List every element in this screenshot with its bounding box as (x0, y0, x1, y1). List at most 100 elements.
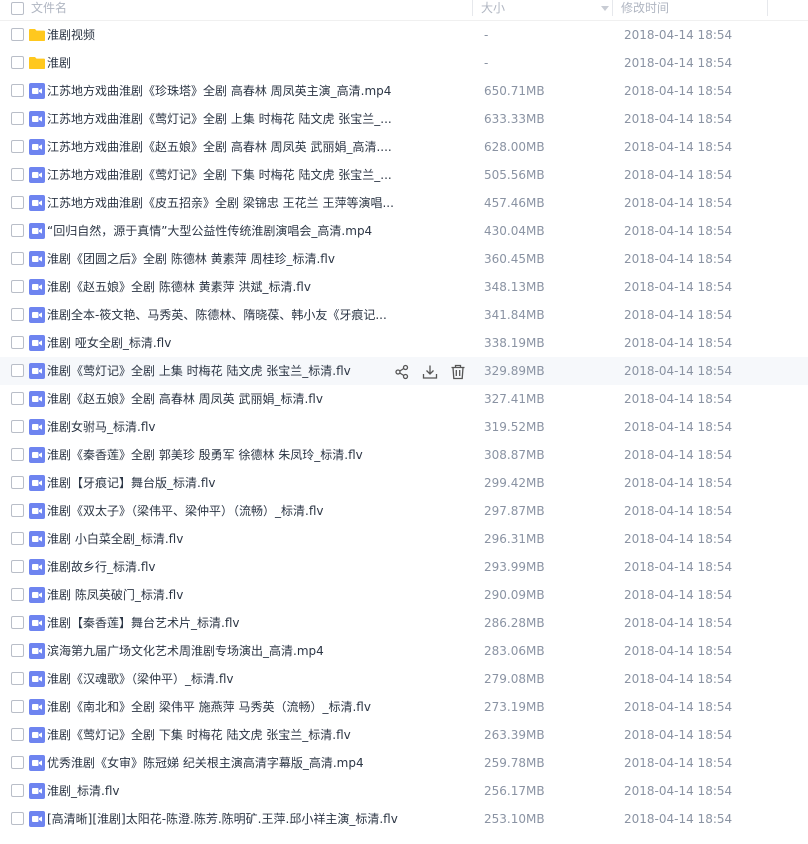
row-checkbox[interactable] (11, 644, 24, 657)
file-row[interactable]: [高清晰][淮剧]太阳花-陈澄.陈芳.陈明矿.王萍.邱小祥主演_标清.flv 25… (0, 805, 808, 833)
row-checkbox[interactable] (11, 364, 24, 377)
file-row[interactable]: 淮剧《秦香莲》全剧 郭美珍 殷勇军 徐德林 朱凤玲_标清.flv 308.87MB… (0, 441, 808, 469)
row-checkbox[interactable] (11, 420, 24, 433)
row-checkbox[interactable] (11, 140, 24, 153)
file-row[interactable]: 淮剧《双太子》（梁伟平、梁仲平）（流畅）_标清.flv 297.87MB 2018-… (0, 497, 808, 525)
file-row[interactable]: 淮剧_标清.flv 256.17MB 2018-04-14 18:54 (0, 777, 808, 805)
file-row[interactable]: 淮剧全本-筱文艳、马秀英、陈德林、隋晓葆、韩小友《牙痕记... 341.84MB 2… (0, 301, 808, 329)
file-row[interactable]: 江苏地方戏曲淮剧《皮五招亲》全剧 梁锦忠 王花兰 王萍等演唱... 457.46M… (0, 189, 808, 217)
file-name-link[interactable]: 淮剧全本-筱文艳、马秀英、陈德林、隋晓葆、韩小友《牙痕记... (47, 301, 387, 329)
row-checkbox[interactable] (11, 392, 24, 405)
row-checkbox[interactable] (11, 588, 24, 601)
row-checkbox[interactable] (11, 308, 24, 321)
file-row[interactable]: 江苏地方戏曲淮剧《赵五娘》全剧 高春林 周凤英 武丽娟_高清.... 628.00… (0, 133, 808, 161)
file-name-link[interactable]: 淮剧《赵五娘》全剧 高春林 周凤英 武丽娟_标清.flv (47, 385, 323, 413)
row-checkbox[interactable] (11, 252, 24, 265)
file-row[interactable]: 淮剧《赵五娘》全剧 高春林 周凤英 武丽娟_标清.flv 327.41MB 2018… (0, 385, 808, 413)
row-checkbox[interactable] (11, 56, 24, 69)
row-checkbox[interactable] (11, 560, 24, 573)
file-row[interactable]: 淮剧《团圆之后》全剧 陈德林 黄素萍 周桂珍_标清.flv 360.45MB 201… (0, 245, 808, 273)
file-name-link[interactable]: 淮剧《团圆之后》全剧 陈德林 黄素萍 周桂珍_标清.flv (47, 245, 335, 273)
row-checkbox[interactable] (11, 336, 24, 349)
row-checkbox[interactable] (11, 84, 24, 97)
file-name-link[interactable]: 淮剧《莺灯记》全剧 下集 时梅花 陆文虎 张宝兰_标清.flv (47, 721, 351, 749)
row-checkbox[interactable] (11, 532, 24, 545)
folder-row[interactable]: 淮剧视频 - 2018-04-14 18:54 (0, 21, 808, 49)
delete-icon[interactable] (450, 364, 466, 380)
column-divider[interactable] (767, 0, 768, 16)
file-row[interactable]: 淮剧 陈凤英破门_标清.flv 290.09MB 2018-04-14 18:54 (0, 581, 808, 609)
row-checkbox[interactable] (11, 756, 24, 769)
file-name-link[interactable]: 淮剧_标清.flv (47, 777, 119, 805)
file-name-link[interactable]: 淮剧故乡行_标清.flv (47, 553, 155, 581)
file-row[interactable]: 江苏地方戏曲淮剧《莺灯记》全剧 上集 时梅花 陆文虎 张宝兰_... 633.33… (0, 105, 808, 133)
file-name-link[interactable]: “回归自然，源于真情”大型公益性传统淮剧演唱会_高清.mp4 (47, 217, 372, 245)
file-row[interactable]: 江苏地方戏曲淮剧《珍珠塔》全剧 高春林 周凤英主演_高清.mp4 650.71MB… (0, 77, 808, 105)
download-icon[interactable] (422, 364, 438, 380)
column-header-modified-time[interactable]: 修改时间 (621, 0, 669, 20)
row-checkbox[interactable] (11, 196, 24, 209)
file-row[interactable]: 淮剧 小白菜全剧_标清.flv 296.31MB 2018-04-14 18:54 (0, 525, 808, 553)
row-checkbox[interactable] (11, 168, 24, 181)
file-row[interactable]: 淮剧《汉魂歌》（梁仲平）_标清.flv 279.08MB 2018-04-14 18… (0, 665, 808, 693)
select-all-checkbox[interactable] (11, 2, 24, 15)
column-header-size[interactable]: 大小 (481, 0, 505, 20)
file-name-link[interactable]: 淮剧《莺灯记》全剧 上集 时梅花 陆文虎 张宝兰_标清.flv (47, 357, 351, 385)
file-name-link[interactable]: 淮剧【秦香莲】舞台艺术片_标清.flv (47, 609, 239, 637)
file-row[interactable]: 淮剧女驸马_标清.flv 319.52MB 2018-04-14 18:54 (0, 413, 808, 441)
column-divider[interactable] (472, 0, 473, 16)
column-header-name[interactable]: 文件名 (31, 0, 67, 20)
file-name-link[interactable]: 江苏地方戏曲淮剧《莺灯记》全剧 下集 时梅花 陆文虎 张宝兰_... (47, 161, 392, 189)
file-row[interactable]: 淮剧《南北和》全剧 梁伟平 施燕萍 马秀英（流畅）_标清.flv 273.19MB… (0, 693, 808, 721)
row-checkbox[interactable] (11, 448, 24, 461)
file-row[interactable]: 优秀淮剧《女审》陈冠娣 纪关根主演高清字幕版_高清.mp4 259.78MB 201… (0, 749, 808, 777)
video-file-icon (29, 195, 45, 211)
column-divider[interactable] (612, 0, 613, 16)
file-row[interactable]: 淮剧 哑女全剧_标清.flv 338.19MB 2018-04-14 18:54 (0, 329, 808, 357)
file-name-link[interactable]: 优秀淮剧《女审》陈冠娣 纪关根主演高清字幕版_高清.mp4 (47, 749, 364, 777)
file-name-link[interactable]: 淮剧《赵五娘》全剧 陈德林 黄素萍 洪斌_标清.flv (47, 273, 311, 301)
row-checkbox[interactable] (11, 812, 24, 825)
file-name-link[interactable]: 淮剧 (47, 49, 71, 77)
file-name-link[interactable]: 滨海第九届广场文化艺术周淮剧专场演出_高清.mp4 (47, 637, 324, 665)
file-name-link[interactable]: 淮剧《汉魂歌》（梁仲平）_标清.flv (47, 665, 233, 693)
video-file-icon (29, 559, 45, 575)
file-name-link[interactable]: 淮剧 陈凤英破门_标清.flv (47, 581, 183, 609)
row-checkbox[interactable] (11, 784, 24, 797)
file-row[interactable]: 淮剧【秦香莲】舞台艺术片_标清.flv 286.28MB 2018-04-14 18… (0, 609, 808, 637)
sort-desc-icon[interactable] (601, 6, 609, 11)
row-checkbox[interactable] (11, 28, 24, 41)
file-name-link[interactable]: 淮剧《秦香莲》全剧 郭美珍 殷勇军 徐德林 朱凤玲_标清.flv (47, 441, 363, 469)
file-row[interactable]: 淮剧《赵五娘》全剧 陈德林 黄素萍 洪斌_标清.flv 348.13MB 2018-… (0, 273, 808, 301)
row-checkbox[interactable] (11, 700, 24, 713)
file-name-link[interactable]: 淮剧 哑女全剧_标清.flv (47, 329, 171, 357)
file-row[interactable]: 淮剧【牙痕记】舞台版_标清.flv 299.42MB 2018-04-14 18:5… (0, 469, 808, 497)
file-name-link[interactable]: 淮剧 小白菜全剧_标清.flv (47, 525, 183, 553)
file-row[interactable]: 淮剧《莺灯记》全剧 上集 时梅花 陆文虎 张宝兰_标清.flv 329.89MB 2… (0, 357, 808, 385)
share-icon[interactable] (394, 364, 410, 380)
file-name-link[interactable]: 江苏地方戏曲淮剧《珍珠塔》全剧 高春林 周凤英主演_高清.mp4 (47, 77, 391, 105)
row-checkbox[interactable] (11, 504, 24, 517)
row-checkbox[interactable] (11, 224, 24, 237)
file-name-link[interactable]: [高清晰][淮剧]太阳花-陈澄.陈芳.陈明矿.王萍.邱小祥主演_标清.flv (47, 805, 398, 833)
folder-row[interactable]: 淮剧 - 2018-04-14 18:54 (0, 49, 808, 77)
file-name-link[interactable]: 淮剧女驸马_标清.flv (47, 413, 155, 441)
file-name-link[interactable]: 淮剧视频 (47, 21, 95, 49)
file-name-link[interactable]: 淮剧《南北和》全剧 梁伟平 施燕萍 马秀英（流畅）_标清.flv (47, 693, 371, 721)
row-checkbox[interactable] (11, 112, 24, 125)
file-name-link[interactable]: 淮剧【牙痕记】舞台版_标清.flv (47, 469, 215, 497)
file-name-link[interactable]: 淮剧《双太子》（梁伟平、梁仲平）（流畅）_标清.flv (47, 497, 323, 525)
row-checkbox[interactable] (11, 476, 24, 489)
row-checkbox[interactable] (11, 280, 24, 293)
file-name-link[interactable]: 江苏地方戏曲淮剧《皮五招亲》全剧 梁锦忠 王花兰 王萍等演唱... (47, 189, 394, 217)
row-checkbox[interactable] (11, 728, 24, 741)
file-row[interactable]: 淮剧《莺灯记》全剧 下集 时梅花 陆文虎 张宝兰_标清.flv 263.39MB 2… (0, 721, 808, 749)
file-row[interactable]: 滨海第九届广场文化艺术周淮剧专场演出_高清.mp4 283.06MB 2018-04… (0, 637, 808, 665)
file-name-link[interactable]: 江苏地方戏曲淮剧《莺灯记》全剧 上集 时梅花 陆文虎 张宝兰_... (47, 105, 392, 133)
file-name-link[interactable]: 江苏地方戏曲淮剧《赵五娘》全剧 高春林 周凤英 武丽娟_高清.... (47, 133, 392, 161)
file-row[interactable]: “回归自然，源于真情”大型公益性传统淮剧演唱会_高清.mp4 430.04MB 20… (0, 217, 808, 245)
row-checkbox[interactable] (11, 672, 24, 685)
file-row[interactable]: 江苏地方戏曲淮剧《莺灯记》全剧 下集 时梅花 陆文虎 张宝兰_... 505.56… (0, 161, 808, 189)
row-checkbox[interactable] (11, 616, 24, 629)
file-row[interactable]: 淮剧故乡行_标清.flv 293.99MB 2018-04-14 18:54 (0, 553, 808, 581)
